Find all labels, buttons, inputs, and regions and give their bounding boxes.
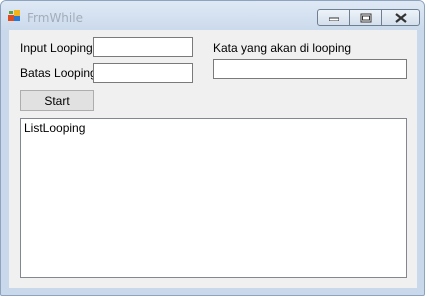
minimize-button[interactable] xyxy=(317,9,350,26)
maximize-button[interactable] xyxy=(350,9,382,26)
minimize-icon xyxy=(328,17,339,21)
input-looping-label: Input Looping xyxy=(20,41,93,55)
batas-looping-label: Batas Looping xyxy=(20,66,97,80)
kata-looping-field[interactable] xyxy=(213,59,407,79)
batas-looping-field[interactable] xyxy=(93,63,193,83)
looping-listbox[interactable]: ListLooping xyxy=(20,118,407,278)
close-icon xyxy=(394,12,407,23)
app-window: FrmWhile Input Looping Batas Looping Kat… xyxy=(0,0,425,296)
maximize-icon xyxy=(360,13,371,22)
start-button[interactable]: Start xyxy=(20,90,94,111)
close-button[interactable] xyxy=(382,9,420,26)
app-icon xyxy=(8,10,20,21)
input-looping-field[interactable] xyxy=(93,37,193,57)
title-bar[interactable]: FrmWhile xyxy=(1,1,424,30)
window-title: FrmWhile xyxy=(27,11,83,25)
kata-looping-label: Kata yang akan di looping xyxy=(213,41,352,55)
list-item[interactable]: ListLooping xyxy=(21,119,406,135)
form-client-area: Input Looping Batas Looping Kata yang ak… xyxy=(9,30,417,288)
